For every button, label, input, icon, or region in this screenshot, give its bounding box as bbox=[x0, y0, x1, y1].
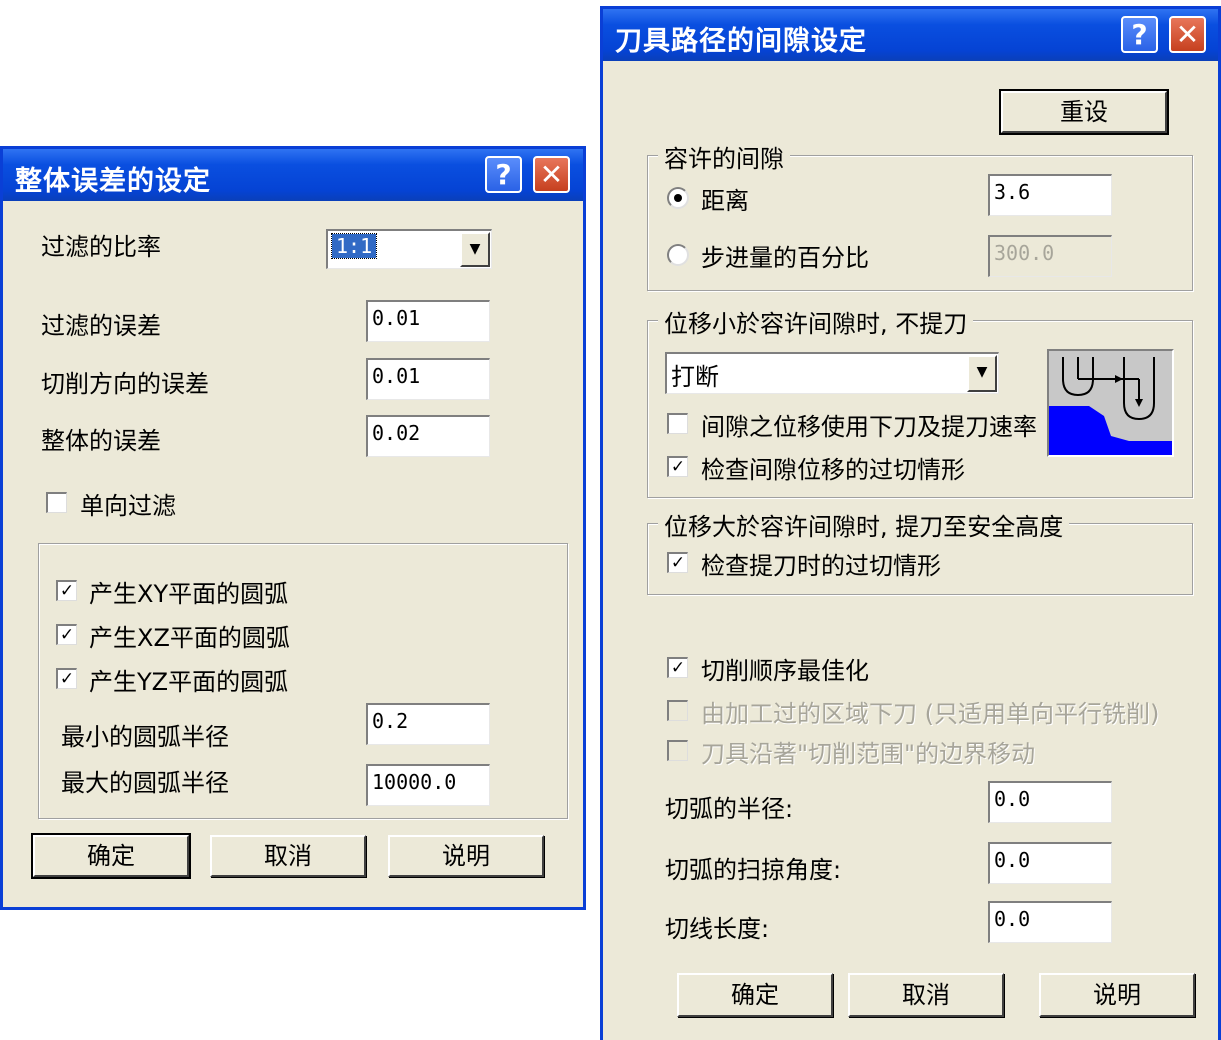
arc-radius-input[interactable]: 0.0 bbox=[988, 781, 1112, 823]
one-way-filter-checkbox[interactable] bbox=[46, 492, 67, 513]
arc-xz-label: 产生XZ平面的圆弧 bbox=[89, 624, 290, 652]
max-arc-radius-input[interactable]: 10000.0 bbox=[366, 764, 490, 806]
cancel-button[interactable]: 取消 bbox=[210, 835, 366, 877]
gap-move-preview-image bbox=[1047, 349, 1174, 457]
arc-xz-checkbox[interactable]: ✓ bbox=[56, 624, 77, 645]
total-error-label: 整体的误差 bbox=[41, 427, 161, 455]
optimize-order-label: 切削顺序最佳化 bbox=[701, 657, 869, 685]
check-gap-gouge-label: 检查间隙位移的过切情形 bbox=[701, 456, 965, 484]
arc-sweep-label: 切弧的扫掠角度: bbox=[665, 856, 842, 884]
chevron-down-icon[interactable]: ▼ bbox=[460, 232, 490, 267]
help-button[interactable]: 说明 bbox=[1039, 973, 1195, 1017]
optimize-order-checkbox[interactable]: ✓ bbox=[667, 657, 688, 678]
allowed-gap-group-label: 容许的间隙 bbox=[658, 139, 790, 174]
plunge-machined-checkbox bbox=[667, 700, 688, 721]
follow-boundary-checkbox bbox=[667, 740, 688, 761]
tangent-length-input[interactable]: 0.0 bbox=[988, 901, 1112, 943]
help-button[interactable]: 说明 bbox=[388, 835, 544, 877]
arc-sweep-input[interactable]: 0.0 bbox=[988, 842, 1112, 884]
reset-button[interactable]: 重设 bbox=[999, 89, 1169, 135]
filter-ratio-value: 1:1 bbox=[330, 233, 378, 259]
dialog-title: 整体误差的设定 bbox=[15, 166, 211, 197]
follow-boundary-label: 刀具沿著"切削范围"的边界移动 bbox=[701, 740, 1036, 768]
overall-tolerance-dialog: 整体误差的设定 ? ✕ 过滤的比率 1:1 ▼ 过滤的误差 0.01 切削方向的… bbox=[0, 146, 586, 910]
step-percent-radio[interactable] bbox=[667, 244, 689, 266]
min-arc-radius-input[interactable]: 0.2 bbox=[366, 703, 490, 745]
filter-ratio-label: 过滤的比率 bbox=[41, 233, 161, 261]
small-move-value: 打断 bbox=[671, 363, 719, 391]
help-icon[interactable]: ? bbox=[485, 156, 522, 193]
min-arc-radius-label: 最小的圆弧半径 bbox=[61, 723, 229, 751]
small-move-select[interactable]: 打断 ▼ bbox=[665, 352, 999, 394]
distance-label: 距离 bbox=[701, 187, 749, 215]
use-feed-rate-label: 间隙之位移使用下刀及提刀速率 bbox=[701, 413, 1037, 441]
help-icon[interactable]: ? bbox=[1121, 16, 1158, 53]
chevron-down-icon[interactable]: ▼ bbox=[967, 355, 997, 392]
dialog-title: 刀具路径的间隙设定 bbox=[615, 26, 867, 57]
cut-direction-error-input[interactable]: 0.01 bbox=[366, 358, 490, 400]
toolpath-gap-dialog: 刀具路径的间隙设定 ? ✕ 重设 容许的间隙 距离 3.6 步进量的百分比 30… bbox=[600, 6, 1221, 1040]
step-percent-input: 300.0 bbox=[988, 235, 1112, 277]
check-retract-gouge-checkbox[interactable]: ✓ bbox=[667, 552, 688, 573]
ok-button[interactable]: 确定 bbox=[31, 833, 191, 879]
close-icon[interactable]: ✕ bbox=[533, 156, 570, 193]
filter-error-label: 过滤的误差 bbox=[41, 312, 161, 340]
plunge-machined-label: 由加工过的区域下刀 (只适用单向平行铣削) bbox=[701, 700, 1160, 728]
use-feed-rate-checkbox[interactable] bbox=[667, 413, 688, 434]
filter-error-input[interactable]: 0.01 bbox=[366, 300, 490, 342]
cancel-button[interactable]: 取消 bbox=[848, 973, 1004, 1017]
arc-yz-checkbox[interactable]: ✓ bbox=[56, 668, 77, 689]
check-gap-gouge-checkbox[interactable]: ✓ bbox=[667, 456, 688, 477]
cut-direction-error-label: 切削方向的误差 bbox=[41, 370, 209, 398]
check-retract-gouge-label: 检查提刀时的过切情形 bbox=[701, 552, 941, 580]
distance-input[interactable]: 3.6 bbox=[988, 174, 1112, 216]
arc-xy-label: 产生XY平面的圆弧 bbox=[89, 580, 289, 608]
large-move-group-label: 位移大於容许间隙时, 提刀至安全高度 bbox=[658, 507, 1070, 542]
radio-selected-dot bbox=[674, 194, 682, 202]
tangent-length-label: 切线长度: bbox=[665, 915, 770, 943]
gap-move-diagram bbox=[1049, 351, 1172, 455]
title-bar[interactable]: 整体误差的设定 ? ✕ bbox=[3, 149, 583, 201]
title-bar[interactable]: 刀具路径的间隙设定 ? ✕ bbox=[603, 9, 1218, 61]
step-percent-label: 步进量的百分比 bbox=[701, 244, 869, 272]
arc-yz-label: 产生YZ平面的圆弧 bbox=[89, 668, 289, 696]
arc-xy-checkbox[interactable]: ✓ bbox=[56, 580, 77, 601]
arc-radius-label: 切弧的半径: bbox=[665, 795, 794, 823]
total-error-input[interactable]: 0.02 bbox=[366, 415, 490, 457]
small-move-group-label: 位移小於容许间隙时, 不提刀 bbox=[658, 304, 974, 339]
one-way-filter-label: 单向过滤 bbox=[80, 492, 176, 520]
close-icon[interactable]: ✕ bbox=[1169, 16, 1206, 53]
filter-ratio-select[interactable]: 1:1 ▼ bbox=[326, 229, 492, 269]
distance-radio[interactable] bbox=[667, 187, 689, 209]
ok-button[interactable]: 确定 bbox=[677, 973, 833, 1017]
max-arc-radius-label: 最大的圆弧半径 bbox=[61, 769, 229, 797]
